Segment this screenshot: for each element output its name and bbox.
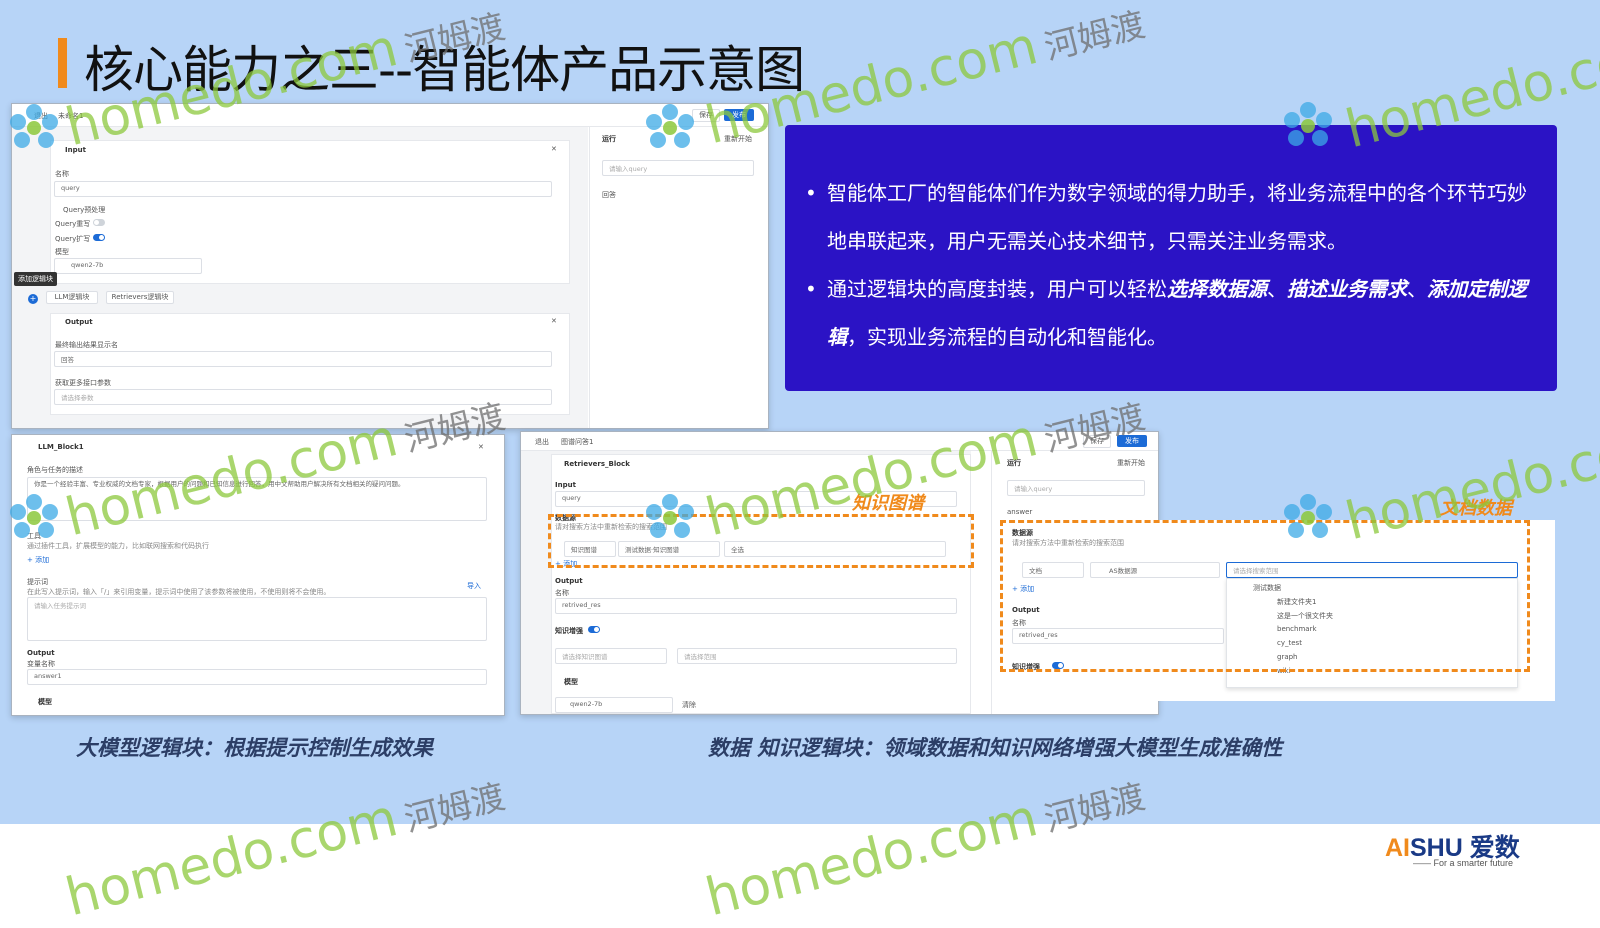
save-button[interactable]: 保存 — [692, 109, 720, 122]
prompt-label: 提示词 — [27, 578, 48, 586]
prompt-description: 在此写入提示词，输入「/」来引用变量，提示词中使用了该参数将被使用，不使用则将不… — [27, 588, 331, 596]
emphasis-custom-logic-end: 辑 — [827, 325, 847, 349]
prompt-textarea[interactable]: 请输入任务提示词 — [27, 597, 487, 641]
role-label: 角色与任务的描述 — [27, 466, 83, 474]
description-box: • 智能体工厂的智能体们作为数字领域的得力助手，将业务流程中的各个环节巧妙 地串… — [785, 125, 1557, 391]
knowledge-graph-label: 知识图谱 — [852, 493, 924, 514]
output-block-card: Output ✕ 最终输出结果显示名 回答 获取更多接口参数 请选择参数 — [50, 313, 570, 415]
output-name-label: 名称 — [555, 589, 569, 597]
name-input[interactable]: query — [54, 181, 552, 197]
output-label: Output — [27, 649, 55, 657]
more-params-label: 获取更多接口参数 — [55, 379, 111, 387]
retriever-block-title: Retrievers_Block — [564, 460, 630, 468]
publish-button[interactable]: 发布 — [724, 109, 754, 121]
title-accent-bar — [58, 38, 67, 88]
input-block-title: Input — [65, 146, 86, 154]
clear-button[interactable]: 清除 — [682, 700, 696, 710]
screenshot-workflow-editor: 退出 未命名1 保存 发布 Input ✕ 名称 query Query预处理 … — [11, 103, 769, 429]
answer-label: answer — [1007, 508, 1033, 516]
query-rewrite-toggle[interactable] — [93, 219, 105, 226]
enhance-graph-select[interactable]: 请选择知识图谱 — [555, 648, 667, 664]
run-panel-title: 运行 — [1007, 459, 1021, 467]
emphasis-datasource: 选择数据源 — [1167, 277, 1267, 301]
emphasis-requirement: 描述业务需求 — [1287, 277, 1407, 301]
doc-data-label: 文档数据 — [1440, 498, 1512, 519]
knowledge-graph-highlight — [548, 514, 974, 568]
doc-data-highlight — [1000, 520, 1530, 672]
output-input[interactable]: retrived_res — [555, 598, 957, 614]
restart-button[interactable]: 重新开始 — [1117, 458, 1145, 468]
query-expand-toggle[interactable] — [93, 234, 105, 241]
close-icon[interactable]: ✕ — [478, 443, 484, 451]
enhance-scope-select[interactable]: 请选择范围 — [677, 648, 957, 664]
screenshot-llm-block: LLM_Block1 ✕ 角色与任务的描述 你是一个经验丰富、专业权威的文档专家… — [11, 434, 505, 716]
tools-description: 通过插件工具，扩展模型的能力，比如联网搜索和代码执行 — [27, 542, 209, 550]
separator: 、 — [1407, 277, 1427, 301]
answer-label: 回答 — [602, 191, 616, 199]
output-block-title: Output — [65, 318, 93, 326]
separator: 、 — [1267, 277, 1287, 301]
import-button[interactable]: 导入 — [467, 581, 481, 591]
model-select[interactable]: qwen2-7b — [555, 697, 673, 713]
bullet-1-line2: 地串联起来，用户无需关心技术细节，只需关注业务需求。 — [827, 229, 1347, 253]
slide-title: 核心能力之三--智能体产品示意图 — [84, 41, 805, 99]
output-label: 最终输出结果显示名 — [55, 341, 118, 349]
bullet-2: 通过逻辑块的高度封装，用户可以轻松选择数据源、描述业务需求、添加定制逻 辑，实现… — [827, 265, 1527, 361]
add-logic-tooltip: 添加逻辑块 — [14, 272, 57, 286]
role-textarea[interactable]: 你是一个经验丰富、专业权威的文档专家，根据用户的问题和已知信息进行回答，用中文帮… — [27, 477, 487, 521]
save-button[interactable]: 保存 — [1083, 435, 1111, 448]
query-preprocess-label: Query预处理 — [63, 206, 106, 214]
model-section-label[interactable]: 模型 — [38, 697, 52, 707]
bullet-dot: • — [805, 181, 817, 205]
caption-knowledge-block: 数据 知识逻辑块：领域数据和知识网络增强大模型生成准确性 — [708, 736, 1283, 760]
add-tool-button[interactable]: + 添加 — [27, 555, 49, 565]
bullet-1-line1: 智能体工厂的智能体们作为数字领域的得力助手，将业务流程中的各个环节巧妙 — [827, 181, 1527, 205]
input-label: Input — [555, 481, 576, 489]
query-input[interactable]: 请输入query — [1007, 480, 1145, 496]
model-section-label[interactable]: 模型 — [564, 677, 578, 687]
query-expand-label: Query扩写 — [55, 235, 91, 243]
back-link[interactable]: 退出 — [34, 111, 48, 121]
name-label: 名称 — [55, 170, 69, 178]
bullet-1: 智能体工厂的智能体们作为数字领域的得力助手，将业务流程中的各个环节巧妙 地串联起… — [827, 169, 1527, 265]
logo-tagline: —— For a smarter future — [1413, 858, 1514, 868]
publish-button[interactable]: 发布 — [1117, 435, 1147, 447]
close-icon[interactable]: ✕ — [551, 317, 557, 325]
breadcrumb: 未命名1 — [58, 112, 84, 120]
llm-block-button[interactable]: LLM逻辑块 — [46, 291, 98, 304]
enhance-label: 知识增强 — [555, 627, 583, 635]
bullet-dot: • — [805, 277, 817, 301]
caption-llm-block: 大模型逻辑块：根据提示控制生成效果 — [76, 736, 433, 760]
tools-label: 工具 — [27, 532, 41, 540]
bullet-2-prefix: 通过逻辑块的高度封装，用户可以轻松 — [827, 277, 1167, 301]
output-input[interactable]: answer1 — [27, 669, 487, 685]
output-sub-label: 变量名称 — [27, 660, 55, 668]
output-label: Output — [555, 577, 583, 585]
more-params-select[interactable]: 请选择参数 — [54, 389, 552, 405]
input-block-card: Input ✕ 名称 query Query预处理 Query重写 Query扩… — [50, 140, 570, 284]
back-link[interactable]: 退出 — [535, 437, 549, 447]
model-label: 模型 — [55, 248, 69, 256]
aishu-logo: AISHU 爱数 —— For a smarter future — [1385, 834, 1520, 868]
run-panel-title: 运行 — [602, 135, 616, 143]
llm-block-title: LLM_Block1 — [38, 443, 84, 451]
add-logic-button[interactable]: + — [28, 294, 38, 304]
restart-button[interactable]: 重新开始 — [724, 134, 752, 144]
enhance-toggle[interactable] — [588, 626, 600, 633]
close-icon[interactable]: ✕ — [551, 145, 557, 153]
emphasis-custom-logic: 添加定制逻 — [1427, 277, 1527, 301]
bullet-2-suffix: ，实现业务流程的自动化和智能化。 — [847, 325, 1167, 349]
query-input[interactable]: 请输入query — [602, 160, 754, 176]
output-input[interactable]: 回答 — [54, 351, 552, 367]
model-select[interactable]: qwen2-7b — [54, 258, 202, 274]
query-rewrite-label: Query重写 — [55, 220, 91, 228]
breadcrumb: 图谱问答1 — [561, 438, 594, 446]
retriever-block-button[interactable]: Retrievers逻辑块 — [106, 291, 174, 304]
